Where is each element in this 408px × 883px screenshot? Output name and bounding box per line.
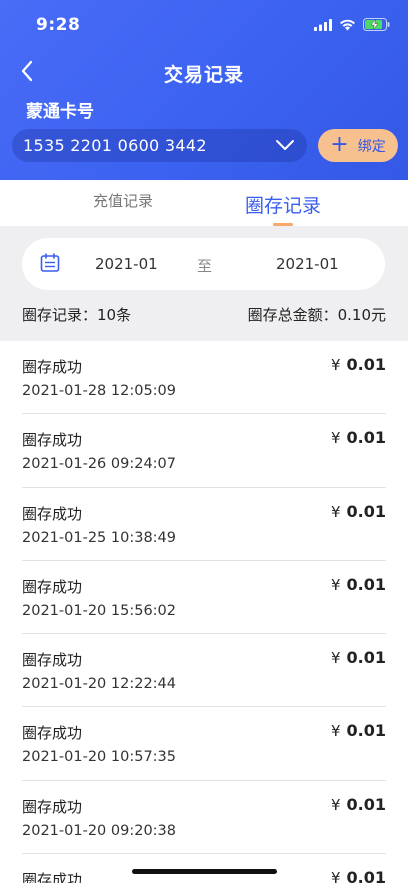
currency-symbol: ¥: [330, 502, 341, 521]
record-amount: ¥0.01: [331, 721, 386, 740]
total-amount: 圈存总金额：0.10元: [247, 306, 386, 324]
tab-recharge-records[interactable]: 充值记录: [93, 190, 153, 211]
currency-symbol: ¥: [330, 356, 341, 374]
page-title: 交易记录: [163, 64, 244, 86]
record-amount: ¥0.01: [331, 795, 386, 814]
record-amount-value: 0.01: [346, 648, 386, 668]
record-amount-value: 0.01: [346, 428, 386, 448]
currency-symbol: ¥: [330, 429, 341, 448]
record-time: 2021-01-20 15:56:02: [22, 602, 176, 619]
list-item[interactable]: 圈存成功 2021-01-26 09:24:07 ¥0.01: [22, 414, 386, 488]
record-amount-value: 0.01: [346, 501, 386, 521]
record-title: 圈存成功: [22, 577, 83, 596]
record-title: 圈存成功: [22, 724, 83, 743]
bind-button-label: 绑定: [357, 138, 386, 155]
currency-symbol: ¥: [330, 649, 341, 668]
record-time: 2021-01-25 10:38:49: [22, 529, 176, 546]
list-item[interactable]: 圈存成功 2021-01-20 10:57:35 ¥0.01: [22, 707, 386, 781]
currency-symbol: ¥: [330, 869, 341, 883]
date-range-picker[interactable]: 2021-01 至 2021-01: [22, 238, 385, 290]
date-separator: 至: [197, 257, 213, 275]
calendar-icon[interactable]: [40, 253, 60, 277]
plus-icon: +: [330, 131, 349, 157]
status-icons: [314, 16, 390, 34]
list-item[interactable]: 圈存成功 2021-01-20 12:22:44 ¥0.01: [22, 634, 386, 708]
list-item[interactable]: 圈存成功 2021-01-20 09:20:38 ¥0.01: [22, 781, 386, 855]
header: 9:28 交易记录 蒙通卡号 1535 2201 0600 3442 + 绑定: [0, 0, 408, 180]
status-bar: 9:28: [0, 0, 408, 50]
record-time: 2021-01-20 09:20:38: [22, 822, 176, 839]
record-title: 圈存成功: [22, 797, 83, 816]
record-title: 圈存成功: [22, 431, 83, 450]
record-amount-value: 0.01: [346, 794, 386, 814]
record-time: 2021-01-20 12:22:44: [22, 676, 176, 693]
record-amount-value: 0.01: [346, 355, 386, 374]
record-list: 圈存成功 2021-01-28 12:05:09 ¥0.01 圈存成功 2021…: [0, 341, 408, 883]
record-amount: ¥0.01: [331, 868, 386, 883]
list-item[interactable]: 圈存成功 2021-01-28 12:05:09 ¥0.01: [22, 341, 386, 415]
record-amount: ¥0.01: [331, 575, 386, 594]
card-number-label: 蒙通卡号: [26, 102, 94, 122]
record-time: 2021-01-28 12:05:09: [22, 383, 176, 399]
battery-charging-icon: [363, 16, 390, 35]
home-indicator[interactable]: [132, 869, 277, 874]
currency-symbol: ¥: [330, 795, 341, 814]
chevron-down-icon: [275, 136, 295, 155]
start-date[interactable]: 2021-01: [95, 255, 158, 273]
wifi-icon: [339, 16, 356, 35]
card-number-select[interactable]: 1535 2201 0600 3442: [12, 129, 307, 162]
list-item[interactable]: 圈存成功 2021-01-25 10:38:49 ¥0.01: [22, 488, 386, 561]
record-title: 圈存成功: [22, 504, 83, 523]
tab-bar: 充值记录 圈存记录: [0, 180, 408, 226]
card-number-value: 1535 2201 0600 3442: [23, 136, 207, 155]
record-amount: ¥0.01: [331, 428, 386, 447]
filter-area: 2021-01 至 2021-01 圈存记录：10条 圈存总金额：0.10元: [0, 226, 408, 341]
record-title: 圈存成功: [22, 651, 83, 670]
currency-symbol: ¥: [330, 722, 341, 741]
record-title: 圈存成功: [22, 358, 83, 376]
record-count: 圈存记录：10条: [22, 306, 132, 324]
currency-symbol: ¥: [330, 575, 341, 594]
record-amount: ¥0.01: [331, 502, 386, 521]
record-title: 圈存成功: [22, 871, 83, 883]
record-amount: ¥0.01: [331, 355, 386, 374]
end-date[interactable]: 2021-01: [276, 255, 339, 273]
signal-icon: [314, 16, 332, 35]
status-time: 9:28: [36, 15, 81, 35]
record-amount: ¥0.01: [331, 648, 386, 667]
record-time: 2021-01-26 09:24:07: [22, 456, 176, 473]
record-time: 2021-01-20 10:57:35: [22, 749, 176, 766]
record-amount-value: 0.01: [346, 721, 386, 741]
nav-bar: 交易记录: [0, 52, 408, 94]
tab-load-records[interactable]: 圈存记录: [245, 191, 321, 218]
record-amount-value: 0.01: [346, 868, 386, 883]
record-amount-value: 0.01: [346, 574, 386, 594]
bind-card-button[interactable]: + 绑定: [318, 129, 398, 162]
list-item[interactable]: 圈存成功 2021-01-20 15:56:02 ¥0.01: [22, 561, 386, 635]
